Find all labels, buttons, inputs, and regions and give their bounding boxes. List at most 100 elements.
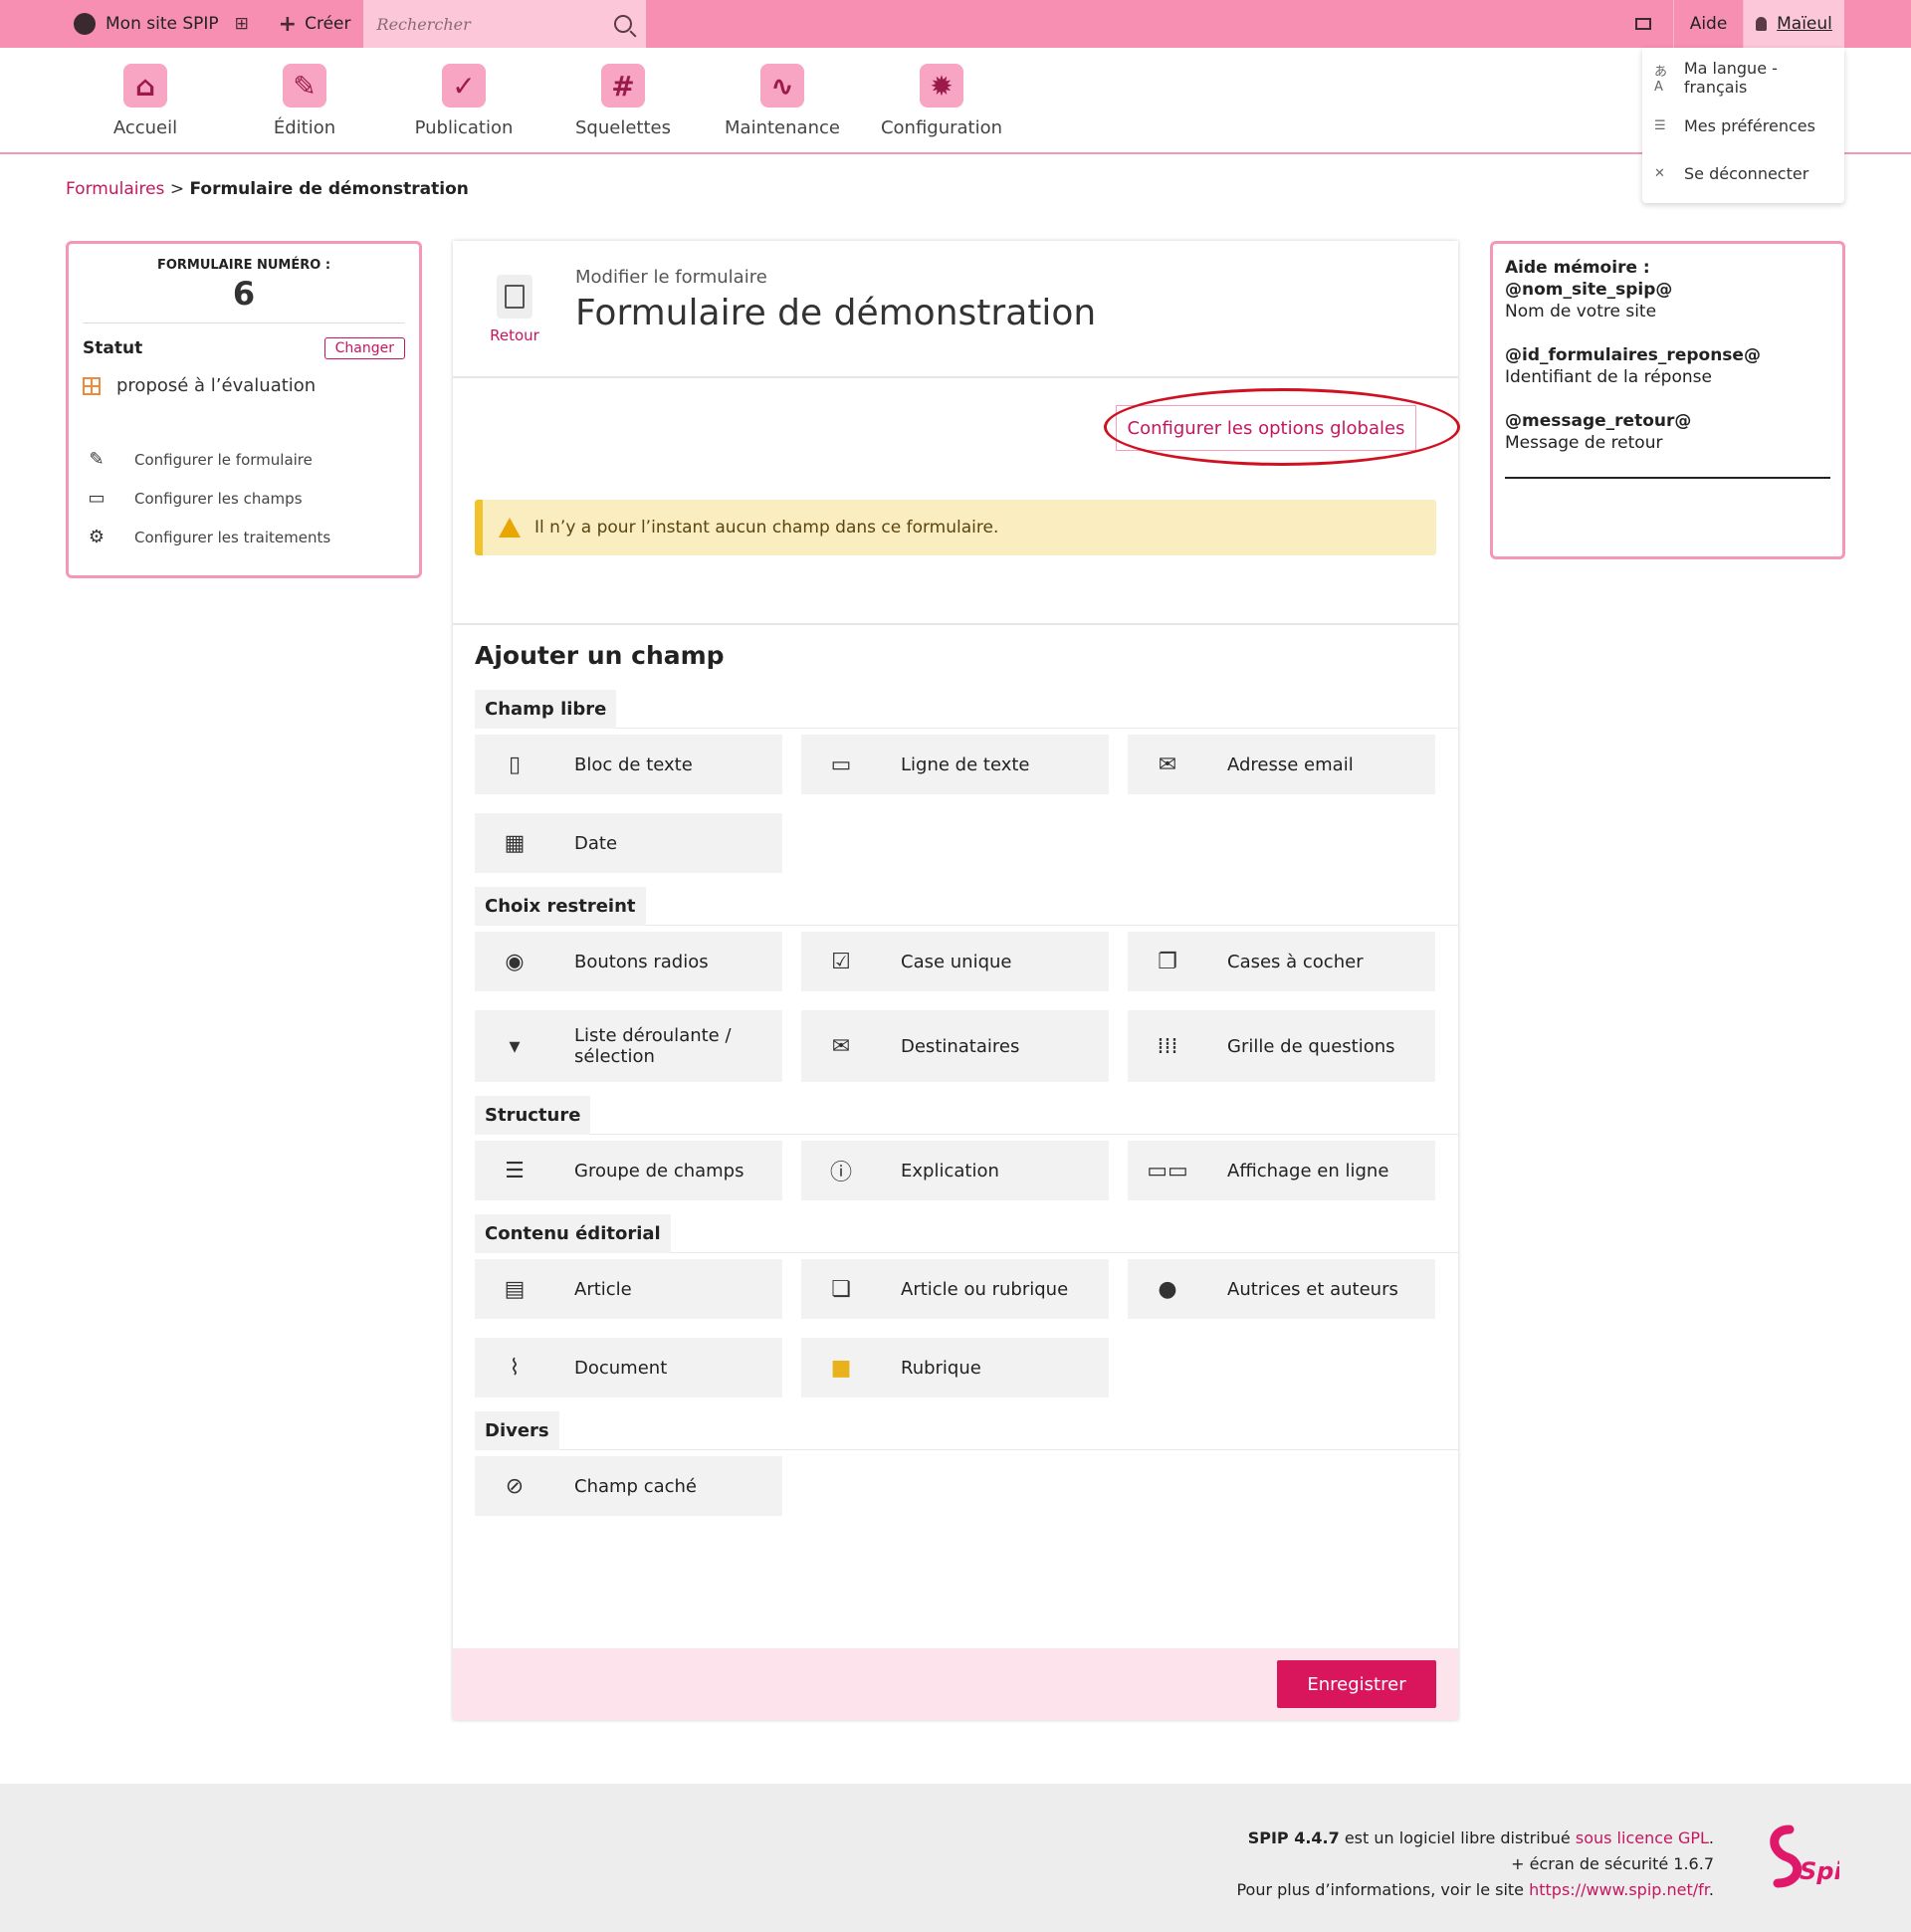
field-cases-cocher[interactable]: ❐ Cases à cocher [1128,932,1435,991]
field-rubrique[interactable]: ■ Rubrique [801,1338,1109,1397]
paperclip-icon: ⌇ [509,1355,521,1381]
menu-item-label: Mes préférences [1684,115,1815,135]
search-icon[interactable] [613,15,632,33]
field-affichage-ligne[interactable]: ▭▭ Affichage en ligne [1128,1141,1435,1200]
tile-label: Document [574,1357,668,1379]
translate-icon: あA [1654,65,1668,95]
breadcrumb: Formulaires > Formulaire de démonstratio… [66,179,469,199]
envelope-icon: ✉ [1158,751,1177,777]
spip-site-link[interactable]: https://www.spip.net/fr [1529,1880,1709,1899]
field-email[interactable]: ✉ Adresse email [1128,735,1435,794]
field-bloc-texte[interactable]: ▯ Bloc de texte [475,735,782,794]
nav-label: Maintenance [725,117,840,138]
nav-label: Publication [414,117,514,138]
menu-item-preferences[interactable]: ☰ Mes préférences [1642,102,1844,149]
tile-label: Ligne de texte [901,753,1030,775]
nav-configuration[interactable]: ✹ Configuration [862,48,1021,152]
save-button[interactable]: Enregistrer [1277,1660,1436,1708]
globe-icon [74,13,96,35]
field-case-unique[interactable]: ☑ Case unique [801,932,1109,991]
search-placeholder: Rechercher [376,14,471,34]
warning-icon [499,518,521,537]
messages-button[interactable] [1613,0,1673,48]
gear-icon: ⚙ [88,527,106,547]
logout-icon: ✕ [1654,165,1665,181]
field-radios[interactable]: ◉ Boutons radios [475,932,782,991]
field-ligne-texte[interactable]: ▭ Ligne de texte [801,735,1109,794]
footer-text: SPIP 4.4.7 est un logiciel libre distrib… [1236,1825,1714,1903]
article-folder-icon: ❏ [831,1276,851,1302]
status-value: proposé à l’évaluation [116,375,317,396]
alert-text: Il n’y a pour l’instant aucun champ dans… [534,518,999,537]
page-subtitle: Modifier le formulaire [575,267,767,288]
mail-user-icon: ✉ [831,1033,851,1059]
field-grille-questions[interactable]: ⁞⁞⁞ Grille de questions [1128,1010,1435,1082]
user-menu-button[interactable]: Maïeul [1743,0,1844,48]
field-explication[interactable]: ⓘ Explication [801,1141,1109,1200]
folder-icon: ■ [830,1355,852,1381]
form-number-label: FORMULAIRE NUMÉRO : [156,258,331,273]
memo-title: Aide mémoire : [1505,258,1650,278]
tile-label: Grille de questions [1227,1035,1395,1057]
tile-label: Bloc de texte [574,753,693,775]
site-link[interactable]: Mon site SPIP [0,0,219,48]
article-icon: ▤ [504,1276,526,1302]
field-destinataires[interactable]: ✉ Destinataires [801,1010,1109,1082]
sitemap-icon[interactable]: ⊞ [235,0,257,48]
change-status-button[interactable]: Changer [323,337,405,359]
field-article[interactable]: ▤ Article [475,1259,782,1319]
main-nav: ⌂ Accueil ✎ Édition ✓ Publication # Sque… [0,48,1911,154]
create-button[interactable]: + Créer [279,0,351,48]
gear-icon: ✹ [920,64,963,107]
group-contenu-editorial: Contenu éditorial [475,1214,671,1253]
nav-accueil[interactable]: ⌂ Accueil [66,48,225,152]
form-number: 6 [83,275,405,323]
tile-label: Article ou rubrique [901,1278,1069,1300]
nav-squelettes[interactable]: # Squelettes [543,48,703,152]
field-date[interactable]: ▦ Date [475,813,782,873]
field-liste-deroulante[interactable]: ▾ Liste déroulante / sélection [475,1010,782,1082]
menu-item-label: Ma langue - français [1683,59,1778,97]
back-button[interactable]: Retour [487,275,542,344]
site-name: Mon site SPIP [106,14,219,34]
spip-logo-text: Spip [1800,1857,1839,1885]
spip-logo[interactable]: Spip [1760,1822,1839,1891]
field-document[interactable]: ⌇ Document [475,1338,782,1397]
nav-publication[interactable]: ✓ Publication [384,48,543,152]
menu-item-language[interactable]: あA Ma langue - français [1642,54,1844,102]
field-auteurs[interactable]: ● Autrices et auteurs [1128,1259,1435,1319]
tile-label: Destinataires [901,1035,1020,1057]
nav-label: Configuration [880,117,1003,138]
help-link[interactable]: Aide [1673,0,1743,48]
license-link[interactable]: sous licence GPL [1576,1828,1709,1847]
nav-edition[interactable]: ✎ Édition [225,48,384,152]
page-footer: SPIP 4.4.7 est un logiciel libre distrib… [0,1784,1911,1932]
tile-label: Explication [901,1160,999,1181]
memo-desc: Identifiant de la réponse [1505,367,1712,387]
inline-icon: ▭▭ [1147,1158,1188,1183]
checkboxes-icon: ❐ [1158,949,1177,974]
edit-form-panel: Retour Modifier le formulaire Formulaire… [453,241,1460,1720]
menu-item-label: Se déconnecter [1684,163,1809,183]
menu-item-logout[interactable]: ✕ Se déconnecter [1642,149,1844,197]
spip-version: SPIP 4.4.7 [1247,1828,1340,1847]
global-options-button[interactable]: Configurer les options globales [1116,405,1416,451]
nav-maintenance[interactable]: ∿ Maintenance [703,48,862,152]
user-name: Maïeul [1777,14,1832,34]
user-icon [1756,17,1768,31]
breadcrumb-current: Formulaire de démonstration [189,179,469,199]
field-article-rubrique[interactable]: ❏ Article ou rubrique [801,1259,1109,1319]
add-field-section: Ajouter un champ Champ libre ▯ Bloc de te… [453,641,1458,1530]
field-champ-cache[interactable]: ⊘ Champ caché [475,1456,782,1516]
status-label: Statut [83,338,143,358]
nav-label: Squelettes [575,117,671,138]
field-groupe-champs[interactable]: ☰ Groupe de champs [475,1141,782,1200]
configure-form-link[interactable]: ✎ Configurer le formulaire [83,440,405,479]
configure-fields-link[interactable]: ▭ Configurer les champs [83,479,405,518]
search-input[interactable]: Rechercher [362,0,646,48]
back-label: Retour [490,326,539,344]
configure-processing-link[interactable]: ⚙ Configurer les traitements [83,518,405,556]
breadcrumb-formulaires[interactable]: Formulaires [66,179,164,199]
footer-line1: est un logiciel libre distribué [1339,1828,1576,1847]
create-label: Créer [305,14,351,34]
